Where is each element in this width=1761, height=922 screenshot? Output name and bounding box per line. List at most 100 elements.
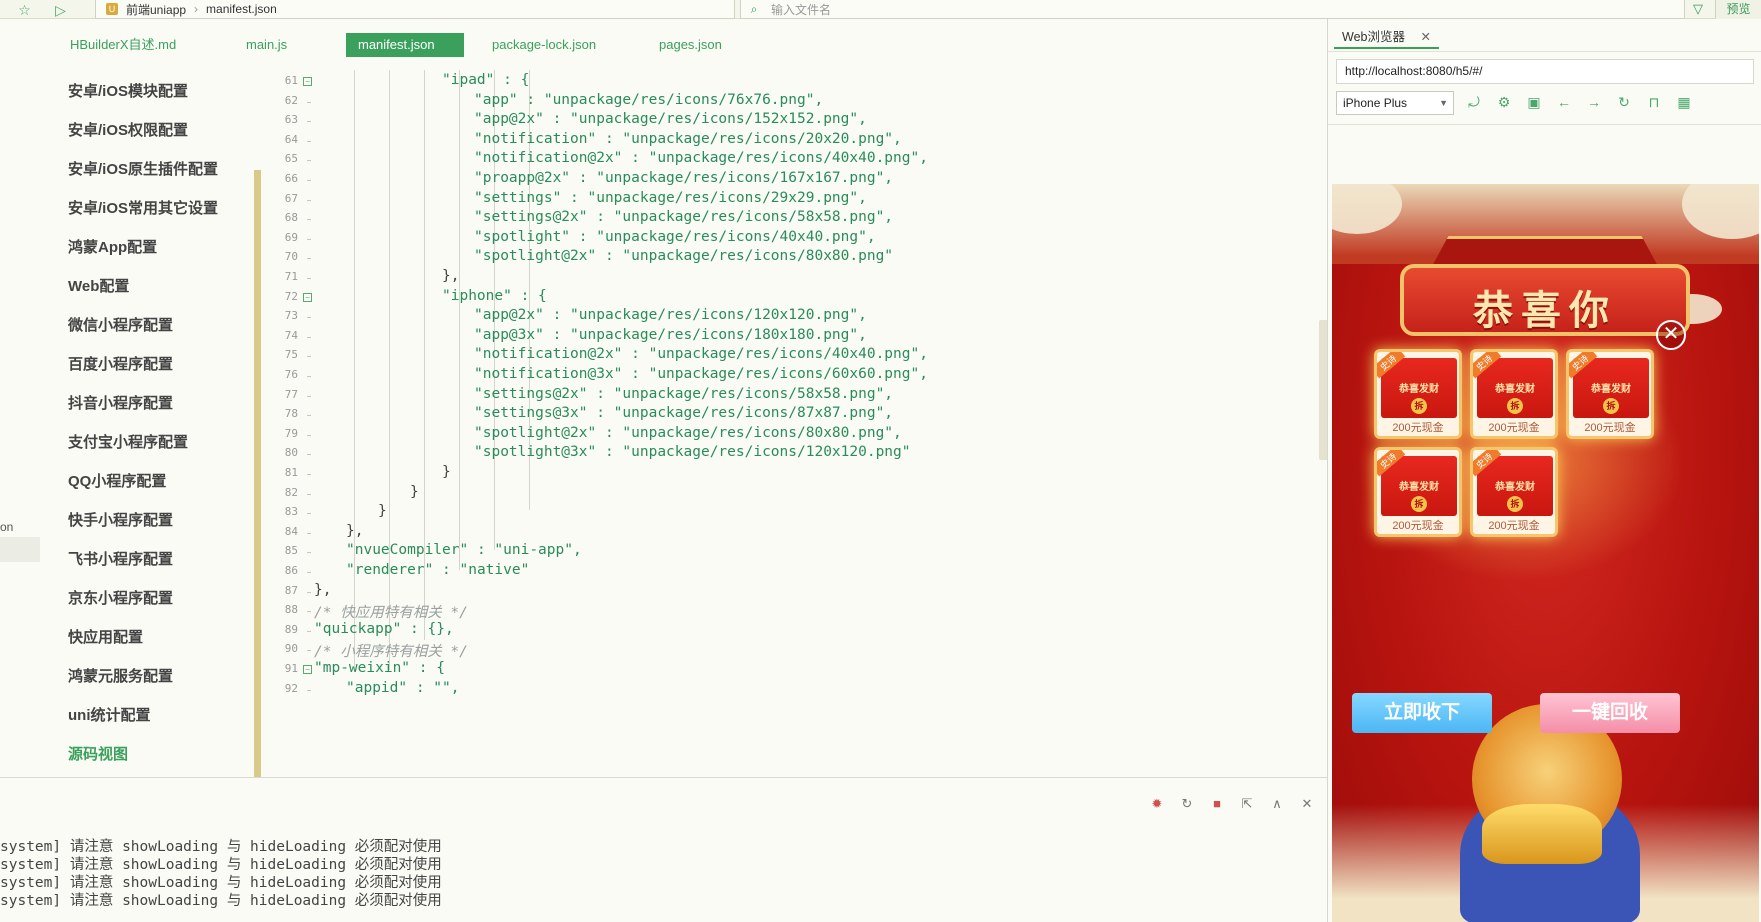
red-envelope-card[interactable]: 恭喜发财 拆 史诗 200元现金 — [1374, 349, 1462, 439]
search-placeholder: 输入文件名 — [771, 2, 832, 17]
red-envelope-card[interactable]: 恭喜发财 拆 史诗 200元现金 — [1470, 447, 1558, 537]
filter-icon[interactable]: ▽ — [1693, 1, 1703, 17]
card-amount: 200元现金 — [1488, 520, 1540, 532]
nav-item-source-view[interactable]: 源码视图 — [68, 743, 128, 764]
code-line: "notification" : "unpackage/res/icons/20… — [474, 130, 902, 147]
fold-toggle-icon[interactable]: − — [303, 292, 312, 302]
nav-item-android-ios-other[interactable]: 安卓/iOS常用其它设置 — [68, 197, 218, 218]
open-external-icon[interactable]: ⇱ — [1239, 796, 1255, 812]
indent-guide — [459, 70, 460, 570]
side-text-fragment: on — [0, 520, 14, 534]
fold-toggle-icon[interactable]: − — [303, 77, 312, 86]
accept-now-button[interactable]: 立即收下 — [1352, 693, 1492, 733]
fold-guide — [307, 238, 311, 240]
envelope-open-coin: 拆 — [1411, 398, 1427, 414]
line-number: 65 — [284, 152, 298, 166]
code-line: }, — [442, 268, 460, 284]
code-editor[interactable]: 61− "ipad" : {62 "app" : "unpackage/res/ic… — [262, 70, 1335, 776]
code-line: "settings@2x" : "unpackage/res/icons/58x… — [474, 209, 894, 226]
lock-icon[interactable]: ⊓ — [1646, 93, 1662, 111]
code-line: "app" : "unpackage/res/icons/76x76.png", — [474, 91, 824, 108]
nav-item-harmony-atomic[interactable]: 鸿蒙元服务配置 — [68, 665, 173, 686]
nav-item-kuaishou-mp[interactable]: 快手小程序配置 — [68, 509, 173, 530]
qrcode-icon[interactable]: ▦ — [1676, 93, 1692, 111]
banner-title: 恭喜你 — [1473, 287, 1617, 334]
tab-pages-json[interactable]: pages.json — [647, 33, 734, 57]
nav-item-alipay-mp[interactable]: 支付宝小程序配置 — [68, 431, 188, 452]
fold-guide — [307, 474, 311, 475]
line-number: 74 — [284, 328, 298, 342]
tab-web-browser[interactable]: Web浏览器 ✕ — [1334, 25, 1439, 49]
red-envelope-card[interactable]: 恭喜发财 拆 史诗 200元现金 — [1374, 447, 1462, 537]
nav-item-qq-mp[interactable]: QQ小程序配置 — [68, 470, 166, 491]
bug-icon[interactable]: ✹ — [1149, 796, 1165, 812]
collapse-up-icon[interactable]: ∧ — [1269, 796, 1285, 812]
rotate-icon[interactable]: ⤾ — [1466, 93, 1482, 111]
fold-guide — [307, 513, 311, 515]
line-number: 66 — [284, 172, 298, 185]
fold-guide — [307, 376, 311, 377]
nav-item-quickapp[interactable]: 快应用配置 — [68, 626, 143, 647]
line-number: 69 — [284, 230, 298, 244]
line-number: 63 — [284, 113, 298, 127]
url-input[interactable]: http://localhost:8080/h5/#/ — [1336, 59, 1754, 84]
tab-package-lock-json[interactable]: package-lock.json — [480, 33, 608, 57]
card-amount: 200元现金 — [1584, 422, 1636, 434]
breadcrumb: U 前端uniapp › manifest.json — [95, 0, 735, 19]
clear-console-icon[interactable]: ✕ — [1299, 796, 1315, 812]
file-search-input[interactable]: ⌕ 输入文件名 — [740, 0, 1685, 19]
fold-guide — [307, 336, 311, 338]
code-line: "iphone" : { — [442, 287, 547, 304]
tab-manifest-json[interactable]: manifest.json — [346, 33, 464, 57]
tab-main-js[interactable]: main.js — [234, 33, 299, 57]
device-select-value: iPhone Plus — [1343, 96, 1408, 110]
code-line: "spotlight@3x" : "unpackage/res/icons/12… — [474, 444, 911, 461]
close-tab-icon[interactable]: ✕ — [1420, 30, 1430, 44]
line-number: 90 — [284, 642, 298, 656]
code-line: "proapp@2x" : "unpackage/res/icons/167x1… — [474, 170, 894, 186]
nav-hover-highlight — [0, 537, 40, 562]
card-amount: 200元现金 — [1392, 520, 1444, 532]
line-number: 75 — [284, 348, 298, 362]
tab-hbuilderx-readme[interactable]: HBuilderX自述.md — [58, 33, 188, 57]
code-line: }, — [314, 581, 332, 598]
run-icon[interactable]: ▷ — [52, 1, 69, 18]
recycle-all-button[interactable]: 一键回收 — [1540, 693, 1680, 733]
breadcrumb-file[interactable]: manifest.json — [206, 2, 277, 16]
stop-icon[interactable]: ■ — [1209, 796, 1225, 812]
red-envelope-card[interactable]: 恭喜发财 拆 史诗 200元现金 — [1470, 349, 1558, 439]
star-icon[interactable]: ☆ — [16, 1, 33, 18]
code-line: "quickapp" : {}, — [314, 620, 454, 637]
fold-toggle-icon[interactable]: − — [303, 665, 312, 674]
red-envelope-card[interactable]: 恭喜发财 拆 史诗 200元现金 — [1566, 349, 1654, 439]
forward-icon[interactable]: → — [1586, 93, 1602, 111]
nav-item-feishu-mp[interactable]: 飞书小程序配置 — [68, 548, 173, 569]
breadcrumb-project[interactable]: 前端uniapp — [126, 1, 186, 18]
fold-guide — [307, 121, 311, 123]
nav-item-baidu-mp[interactable]: 百度小程序配置 — [68, 353, 173, 374]
devtools-icon[interactable]: ▣ — [1526, 93, 1542, 111]
settings-icon[interactable]: ⚙ — [1496, 93, 1512, 111]
fold-guide — [307, 493, 311, 495]
refresh-icon[interactable]: ↻ — [1616, 93, 1632, 111]
restart-icon[interactable]: ↻ — [1179, 796, 1195, 812]
console-log-line: system] 请注意 showLoading 与 hideLoading 必须… — [0, 893, 442, 909]
fold-guide — [307, 572, 311, 573]
nav-item-android-ios-modules[interactable]: 安卓/iOS模块配置 — [68, 80, 188, 101]
device-select[interactable]: iPhone Plus ▼ — [1336, 91, 1454, 115]
console-panel: ✹ ↻ ■ ⇱ ∧ ✕ system] 请注意 showLoading 与 hi… — [0, 777, 1335, 922]
preview-button[interactable]: 预览 — [1715, 0, 1761, 19]
nav-item-harmony-app[interactable]: 鸿蒙App配置 — [68, 236, 157, 257]
nav-item-jd-mp[interactable]: 京东小程序配置 — [68, 587, 173, 608]
nav-item-douyin-mp[interactable]: 抖音小程序配置 — [68, 392, 173, 413]
code-line: /* 小程序特有相关 */ — [314, 644, 468, 661]
nav-item-uni-stat[interactable]: uni统计配置 — [68, 704, 151, 725]
top-toolbar: ☆ ▷ U 前端uniapp › manifest.json ⌕ 输入文件名 ▽… — [0, 0, 1761, 19]
nav-item-weixin-mp[interactable]: 微信小程序配置 — [68, 314, 173, 335]
nav-item-android-ios-native-plugins[interactable]: 安卓/iOS原生插件配置 — [68, 158, 218, 179]
nav-item-web[interactable]: Web配置 — [68, 275, 129, 296]
nav-item-android-ios-permissions[interactable]: 安卓/iOS权限配置 — [68, 119, 188, 140]
fold-guide — [307, 395, 311, 397]
back-icon[interactable]: ← — [1556, 93, 1572, 111]
fold-guide — [307, 101, 311, 103]
